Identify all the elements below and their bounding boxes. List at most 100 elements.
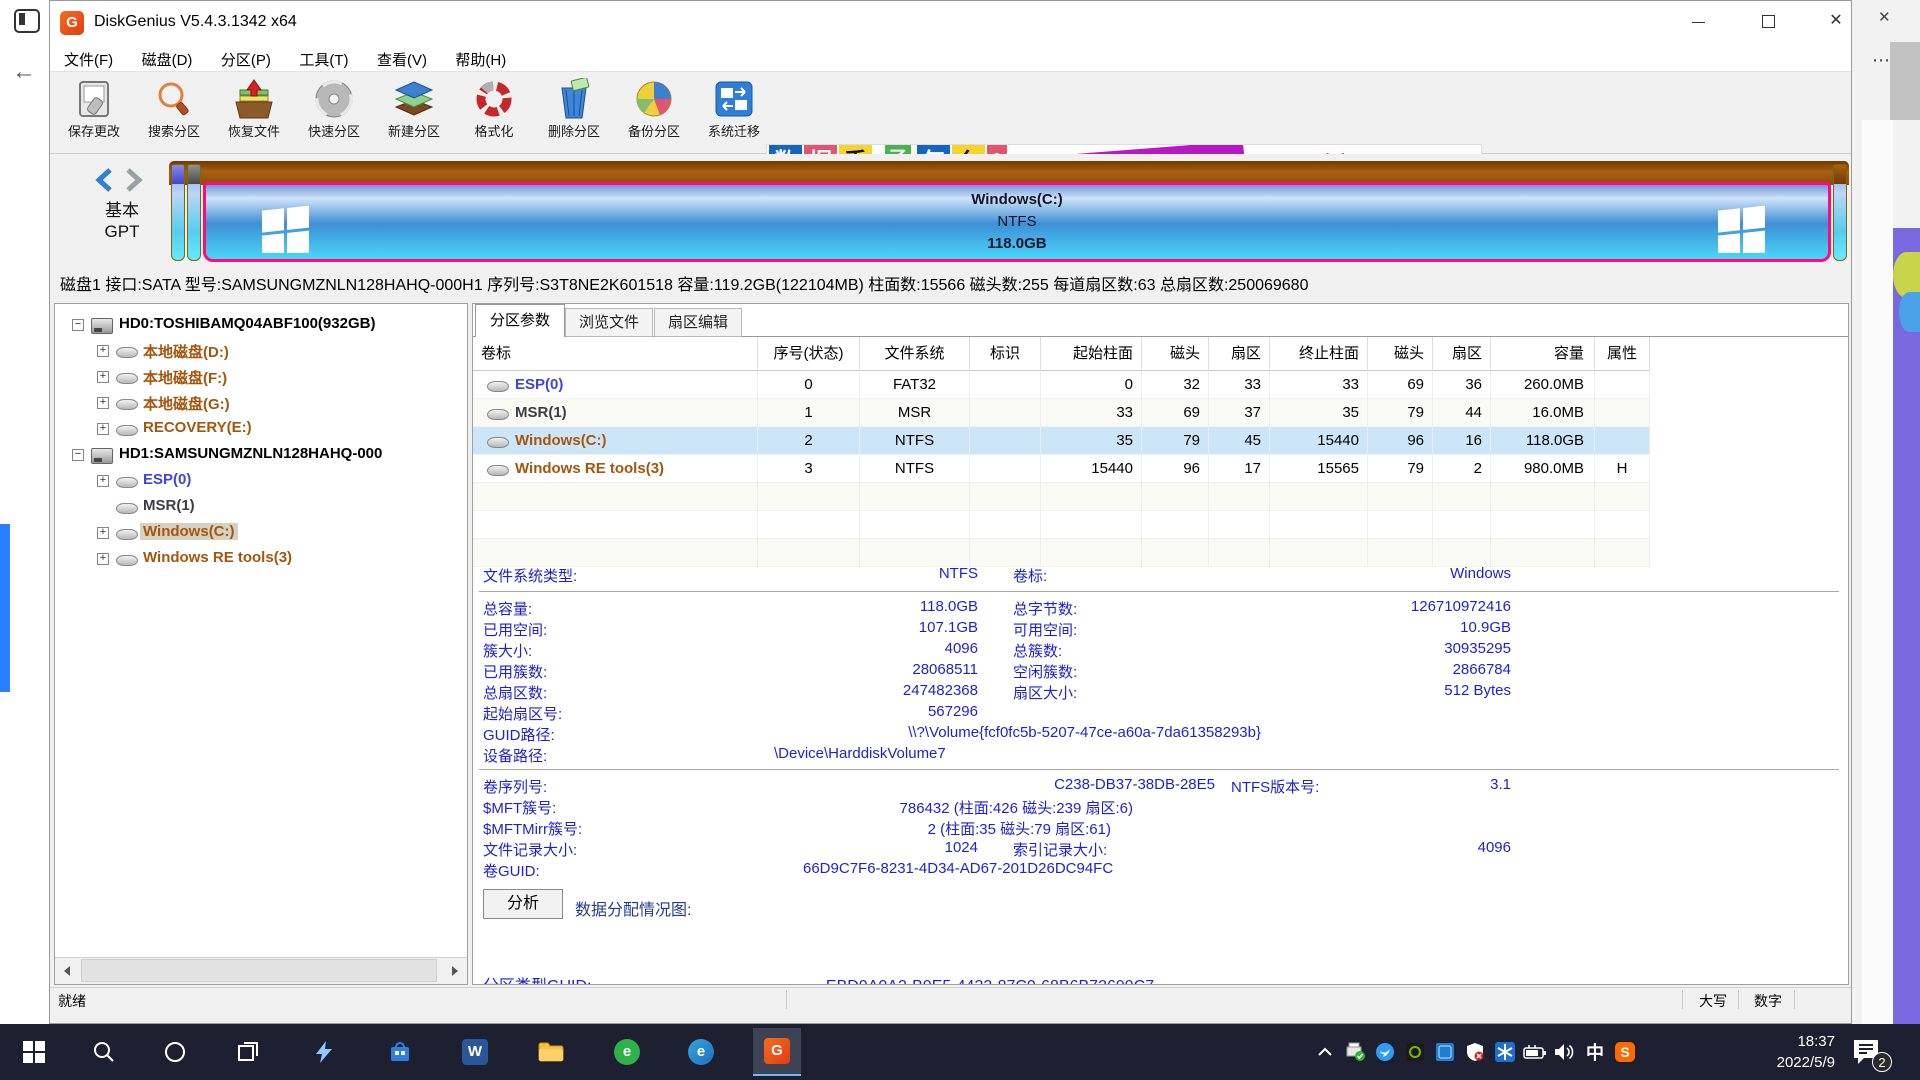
- col-header[interactable]: 磁头: [1142, 337, 1209, 371]
- horizontal-scrollbar[interactable]: [55, 957, 467, 984]
- quick-partition-button[interactable]: 快速分区: [294, 76, 374, 150]
- collapse-icon[interactable]: −: [72, 319, 84, 331]
- tray-ime-indicator[interactable]: 中: [1580, 1024, 1610, 1080]
- tree-item-windows-re[interactable]: + Windows RE tools(3): [55, 546, 467, 572]
- tab-sector-edit[interactable]: 扇区编辑: [654, 308, 742, 337]
- col-header[interactable]: 文件系统: [860, 337, 970, 371]
- analyze-button[interactable]: 分析: [483, 889, 563, 919]
- tray-snowflake-icon[interactable]: [1490, 1024, 1520, 1080]
- system-migration-button[interactable]: 系统迁移: [694, 76, 774, 150]
- delete-partition-button[interactable]: 删除分区: [534, 76, 614, 150]
- tray-expand-chevron[interactable]: [1310, 1024, 1340, 1080]
- format-button[interactable]: 格式化: [454, 76, 534, 150]
- table-row-windows-re[interactable]: Windows RE tools(3) 3 NTFS 15440 96 17 1…: [473, 455, 1650, 483]
- col-header[interactable]: 扇区: [1433, 337, 1491, 371]
- tree-item-esp[interactable]: + ESP(0): [55, 468, 467, 494]
- scroll-left-icon[interactable]: [55, 958, 81, 983]
- menu-help[interactable]: 帮助(H): [443, 45, 518, 74]
- partition-icon: [116, 503, 138, 514]
- close-icon[interactable]: ✕: [1878, 8, 1891, 26]
- new-partition-button[interactable]: 新建分区: [374, 76, 454, 150]
- close-button[interactable]: ✕: [1808, 1, 1864, 41]
- expand-icon[interactable]: +: [97, 371, 109, 383]
- detail-value: 126710972416: [1013, 598, 1511, 615]
- more-options-icon[interactable]: ⋯: [1872, 50, 1891, 71]
- backup-partition-button[interactable]: 备份分区: [614, 76, 694, 150]
- tree-item-local-f[interactable]: + 本地磁盘(F:): [55, 364, 467, 390]
- col-header[interactable]: 标识: [970, 337, 1041, 371]
- col-header[interactable]: 终止柱面: [1270, 337, 1368, 371]
- partition-strip-msr[interactable]: [187, 164, 201, 261]
- col-header[interactable]: 起始柱面: [1041, 337, 1142, 371]
- col-header[interactable]: 序号(状态): [758, 337, 860, 371]
- detail-value: NTFS: [483, 565, 978, 582]
- tray-printer-icon[interactable]: [1340, 1024, 1370, 1080]
- disc-icon: [312, 78, 356, 120]
- taskbar-app-green-browser[interactable]: e: [603, 1028, 651, 1076]
- disk-nav-arrows[interactable]: [94, 168, 150, 192]
- search-partition-button[interactable]: 搜索分区: [134, 76, 214, 150]
- expand-icon[interactable]: +: [97, 345, 109, 357]
- tree-item-hd1[interactable]: − HD1:SAMSUNGMZNLN128HAHQ-000: [55, 442, 467, 468]
- start-button[interactable]: [10, 1028, 58, 1076]
- tree-item-windows-c[interactable]: + Windows(C:): [55, 520, 467, 546]
- tree-item-local-g[interactable]: + 本地磁盘(G:): [55, 390, 467, 416]
- tree-item-msr[interactable]: MSR(1): [55, 494, 467, 520]
- tray-security-shield-icon[interactable]: [1460, 1024, 1490, 1080]
- taskbar-search-button[interactable]: [80, 1028, 128, 1076]
- partition-strip-esp[interactable]: [171, 164, 185, 261]
- trash-icon: [552, 78, 596, 120]
- col-header[interactable]: 磁头: [1368, 337, 1433, 371]
- menu-tools[interactable]: 工具(T): [287, 45, 360, 74]
- taskbar-app-edge[interactable]: e: [677, 1028, 725, 1076]
- expand-icon[interactable]: +: [97, 397, 109, 409]
- tray-nvidia-icon[interactable]: [1400, 1024, 1430, 1080]
- col-header[interactable]: 属性: [1595, 337, 1650, 371]
- menu-file[interactable]: 文件(F): [52, 45, 125, 74]
- taskbar-app-lightning[interactable]: [300, 1028, 348, 1076]
- taskbar-file-explorer[interactable]: [527, 1028, 575, 1076]
- partition-block-windows-c[interactable]: Windows(C:) NTFS 118.0GB: [203, 182, 1831, 262]
- expand-icon[interactable]: +: [97, 475, 109, 487]
- minimize-button[interactable]: [1670, 1, 1726, 41]
- col-header[interactable]: 扇区: [1209, 337, 1270, 371]
- cortana-button[interactable]: [151, 1028, 199, 1076]
- taskbar-app-word[interactable]: W: [451, 1028, 499, 1076]
- tray-dingtalk-icon[interactable]: [1370, 1024, 1400, 1080]
- col-header[interactable]: 容量: [1491, 337, 1595, 371]
- task-view-button[interactable]: [224, 1028, 272, 1076]
- col-header[interactable]: 卷标: [473, 337, 758, 371]
- menu-disk[interactable]: 磁盘(D): [130, 45, 205, 74]
- taskbar-app-store[interactable]: [376, 1028, 424, 1076]
- scroll-right-icon[interactable]: [441, 958, 467, 983]
- table-row-esp[interactable]: ESP(0) 0 FAT32 0 32 33 33 69 36 260.0MB: [473, 371, 1650, 399]
- tray-battery-icon[interactable]: [1520, 1024, 1550, 1080]
- taskbar-clock[interactable]: 18:37 2022/5/9: [1735, 1031, 1835, 1073]
- tree-item-recovery-e[interactable]: + RECOVERY(E:): [55, 416, 467, 442]
- expand-icon[interactable]: +: [97, 423, 109, 435]
- menu-partition[interactable]: 分区(P): [209, 45, 283, 74]
- tree-item-label: HD0:TOSHIBAMQ04ABF100(932GB): [119, 315, 375, 332]
- tab-partition-params[interactable]: 分区参数: [475, 304, 565, 337]
- tray-sogou-icon[interactable]: S: [1610, 1024, 1640, 1080]
- partition-icon: [487, 437, 509, 448]
- recover-files-button[interactable]: 恢复文件: [214, 76, 294, 150]
- expand-icon[interactable]: +: [97, 553, 109, 565]
- tree-item-hd0[interactable]: − HD0:TOSHIBAMQ04ABF100(932GB): [55, 312, 467, 338]
- table-row-msr[interactable]: MSR(1) 1 MSR 33 69 37 35 79 44 16.0MB: [473, 399, 1650, 427]
- menu-view[interactable]: 查看(V): [365, 45, 439, 74]
- tree-item-local-d[interactable]: + 本地磁盘(D:): [55, 338, 467, 364]
- expand-icon[interactable]: +: [97, 527, 109, 539]
- maximize-button[interactable]: [1740, 1, 1796, 41]
- partition-strip-re-tools[interactable]: [1833, 164, 1847, 261]
- back-arrow-icon[interactable]: ←: [12, 58, 36, 86]
- taskbar-app-diskgenius-active[interactable]: G: [753, 1028, 801, 1076]
- tab-browse-files[interactable]: 浏览文件: [565, 308, 653, 337]
- scrollbar-thumb[interactable]: [81, 959, 437, 982]
- scrollbar-block[interactable]: [1890, 42, 1920, 120]
- save-changes-button[interactable]: 保存更改: [54, 76, 134, 150]
- collapse-icon[interactable]: −: [72, 449, 84, 461]
- tray-intel-graphics-icon[interactable]: [1430, 1024, 1460, 1080]
- tray-volume-icon[interactable]: [1550, 1024, 1580, 1080]
- table-row-windows-c-selected[interactable]: Windows(C:) 2 NTFS 35 79 45 15440 96 16 …: [473, 427, 1650, 455]
